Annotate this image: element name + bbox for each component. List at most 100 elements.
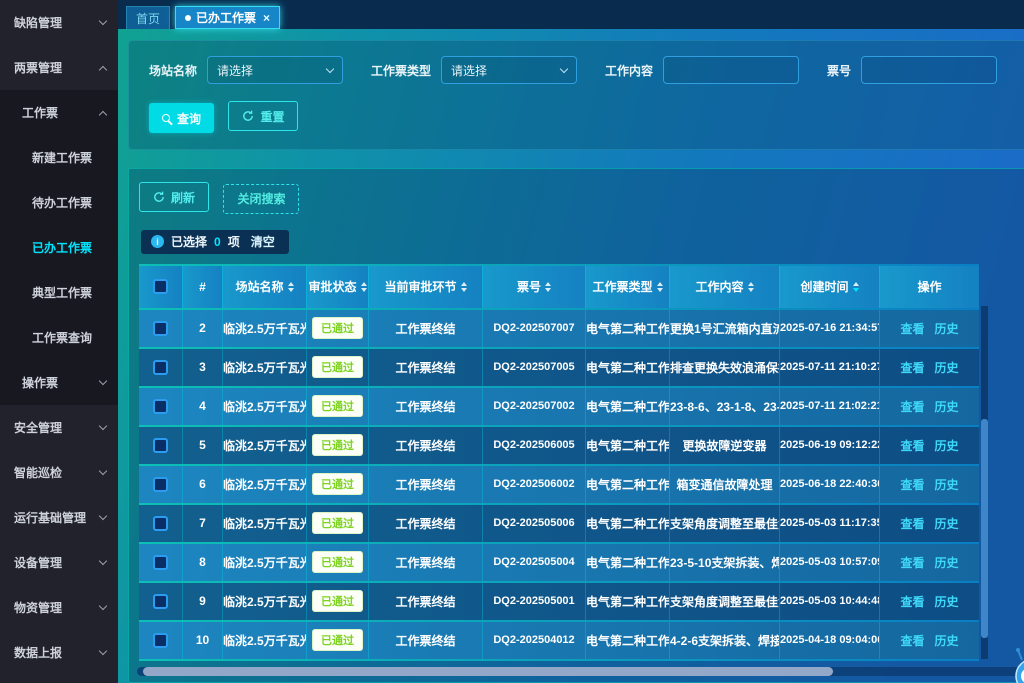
history-link[interactable]: 历史 — [935, 634, 959, 648]
history-link[interactable]: 历史 — [935, 439, 959, 453]
text-input[interactable] — [861, 56, 997, 84]
view-link[interactable]: 查看 — [900, 400, 924, 414]
row-checkbox[interactable] — [153, 516, 168, 531]
query-button[interactable]: 查询 — [149, 103, 214, 133]
column-header: 当前审批环节 — [369, 266, 483, 308]
refresh-button-label: 刷新 — [171, 189, 195, 206]
cell-station: 临洮2.5万千瓦光伏电... — [223, 388, 307, 425]
sidebar-item[interactable]: 物资管理 — [0, 585, 118, 630]
sort-icon[interactable] — [657, 282, 663, 292]
column-header-label: 票号 — [517, 278, 541, 295]
sidebar-item[interactable]: 待办工作票 — [0, 180, 118, 225]
refresh-button[interactable]: 刷新 — [139, 182, 209, 212]
column-header: 票号 — [483, 266, 586, 308]
cell-station: 临洮2.5万千瓦光伏电... — [223, 622, 307, 659]
history-link[interactable]: 历史 — [935, 400, 959, 414]
view-link[interactable]: 查看 — [900, 478, 924, 492]
sidebar-item[interactable]: 典型工作票 — [0, 270, 118, 315]
sidebar-item[interactable]: 操作票 — [0, 360, 118, 405]
history-link[interactable]: 历史 — [935, 322, 959, 336]
tab-首页[interactable]: 首页 — [126, 6, 170, 29]
sidebar-item[interactable]: 安全管理 — [0, 405, 118, 450]
cell-created: 2025-06-19 09:12:22 — [780, 427, 880, 464]
sidebar-item[interactable]: 缺陷管理 — [0, 0, 118, 45]
history-link[interactable]: 历史 — [935, 361, 959, 375]
dropdown[interactable]: 请选择 — [441, 56, 577, 84]
table-row: 9临洮2.5万千瓦光伏电...已通过工作票终结DQ2-202505001电气第二… — [139, 583, 979, 620]
sidebar-item[interactable]: 智能巡检 — [0, 450, 118, 495]
status-badge: 已通过 — [312, 317, 363, 339]
cell-station: 临洮2.5万千瓦光伏电... — [223, 466, 307, 503]
table-row: 8临洮2.5万千瓦光伏电...已通过工作票终结DQ2-202505004电气第二… — [139, 544, 979, 581]
tab-bar: 首页已办工作票× — [118, 0, 1024, 29]
row-checkbox[interactable] — [153, 477, 168, 492]
select-all-checkbox[interactable] — [153, 279, 168, 294]
row-checkbox[interactable] — [153, 360, 168, 375]
text-input[interactable] — [663, 56, 799, 84]
chevron-down-icon — [326, 65, 334, 73]
close-icon[interactable]: × — [263, 12, 270, 24]
view-link[interactable]: 查看 — [900, 556, 924, 570]
cell-actions: 查看历史 — [880, 583, 979, 620]
view-link[interactable]: 查看 — [900, 595, 924, 609]
row-checkbox[interactable] — [153, 438, 168, 453]
sidebar-item[interactable]: 数据上报 — [0, 630, 118, 675]
cell-step: 工作票终结 — [369, 583, 483, 620]
sort-icon[interactable] — [853, 282, 859, 292]
sort-icon[interactable] — [361, 282, 367, 292]
view-link[interactable]: 查看 — [900, 361, 924, 375]
tab-已办工作票[interactable]: 已办工作票× — [175, 6, 280, 29]
checkbox-cell — [139, 349, 183, 386]
sort-icon[interactable] — [461, 282, 467, 292]
sidebar-item[interactable]: 工作票 — [0, 90, 118, 135]
assistant-robot-icon[interactable] — [1010, 646, 1024, 683]
clear-selection-link[interactable]: 清空 — [251, 233, 275, 250]
sidebar-item-label: 待办工作票 — [32, 194, 92, 211]
sidebar-item[interactable]: 已办工作票 — [0, 225, 118, 270]
view-link[interactable]: 查看 — [900, 517, 924, 531]
history-link[interactable]: 历史 — [935, 517, 959, 531]
sidebar-item[interactable]: 两票管理 — [0, 45, 118, 90]
dropdown[interactable]: 请选择 — [207, 56, 343, 84]
reset-button[interactable]: 重置 — [228, 101, 298, 131]
history-link[interactable]: 历史 — [935, 595, 959, 609]
horizontal-scrollbar-thumb[interactable] — [143, 667, 833, 676]
cell-ticket: DQ2-202505001 — [483, 583, 586, 620]
sort-icon[interactable] — [748, 282, 754, 292]
view-link[interactable]: 查看 — [900, 634, 924, 648]
row-checkbox[interactable] — [153, 633, 168, 648]
cell-status: 已通过 — [307, 388, 369, 425]
checkbox-cell — [139, 427, 183, 464]
cell-step: 工作票终结 — [369, 505, 483, 542]
row-checkbox[interactable] — [153, 321, 168, 336]
sort-icon[interactable] — [288, 282, 294, 292]
row-checkbox[interactable] — [153, 594, 168, 609]
header-checkbox-cell — [139, 266, 183, 308]
row-checkbox[interactable] — [153, 399, 168, 414]
sidebar-item[interactable]: 运行基础管理 — [0, 495, 118, 540]
table-vertical-scrollbar[interactable] — [981, 306, 988, 659]
cell-content: 排查更换失效浪涌保护器 — [670, 349, 780, 386]
cell-actions: 查看历史 — [880, 349, 979, 386]
sidebar-item[interactable]: 设备管理 — [0, 540, 118, 585]
table-vertical-scrollbar-thumb[interactable] — [981, 419, 988, 638]
cell-ticket: DQ2-202507007 — [483, 310, 586, 347]
checkbox-cell — [139, 622, 183, 659]
history-link[interactable]: 历史 — [935, 556, 959, 570]
sidebar-item[interactable]: 新建工作票 — [0, 135, 118, 180]
column-header: 审批状态 — [307, 266, 369, 308]
checkbox-cell — [139, 505, 183, 542]
row-checkbox[interactable] — [153, 555, 168, 570]
field-label: 工作内容 — [605, 62, 653, 79]
view-link[interactable]: 查看 — [900, 439, 924, 453]
history-link[interactable]: 历史 — [935, 478, 959, 492]
work-ticket-table: #场站名称审批状态当前审批环节票号工作票类型工作内容创建时间操作 2临洮2.5万… — [139, 264, 979, 661]
sort-icon[interactable] — [545, 282, 551, 292]
close-search-button[interactable]: 关闭搜索 — [223, 184, 299, 214]
sidebar-item[interactable]: 工作票查询 — [0, 315, 118, 360]
checkbox-cell — [139, 583, 183, 620]
horizontal-scrollbar[interactable] — [137, 667, 1021, 676]
status-badge: 已通过 — [312, 629, 363, 651]
view-link[interactable]: 查看 — [900, 322, 924, 336]
cell-status: 已通过 — [307, 310, 369, 347]
